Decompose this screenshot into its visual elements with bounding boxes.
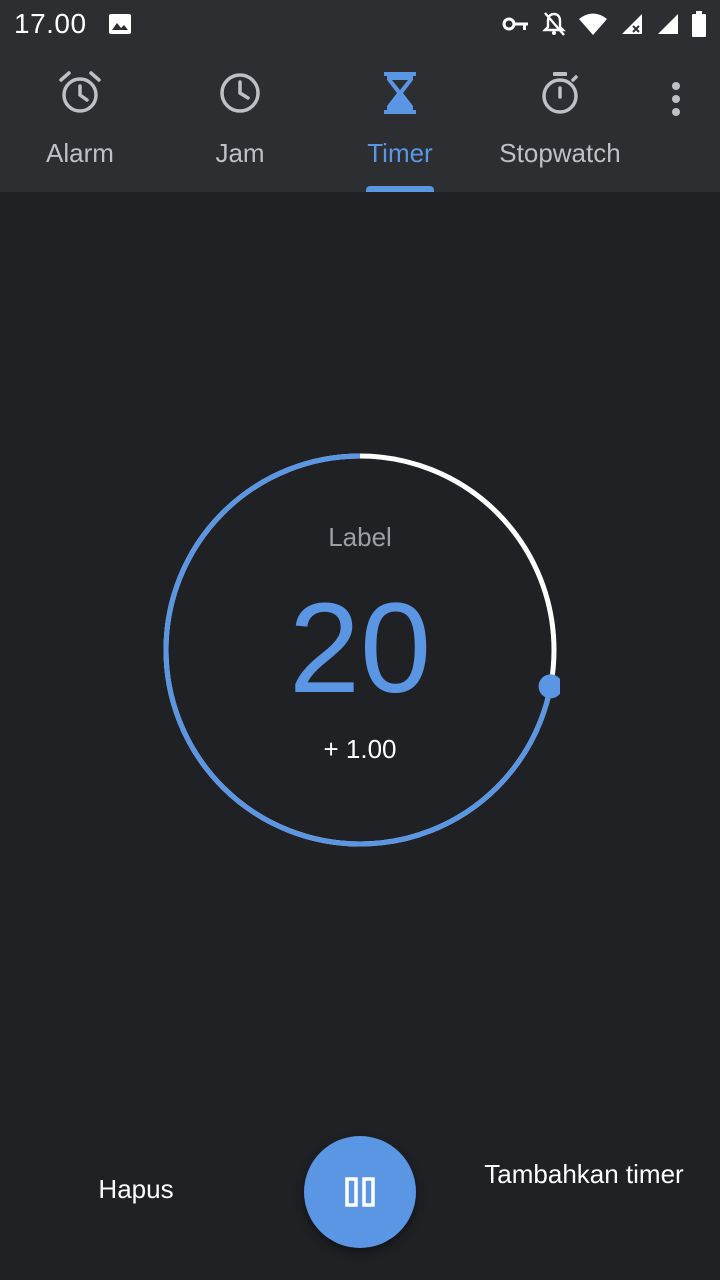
timer-actions: Hapus Tambahkan timer	[0, 1130, 720, 1280]
notifications-off-icon	[542, 11, 566, 42]
tab-label: Timer	[367, 138, 433, 168]
add-one-minute-button[interactable]: + 1.00	[0, 734, 720, 765]
status-icons	[502, 8, 706, 44]
signal-icon	[656, 12, 680, 41]
tab-timer[interactable]: Timer	[320, 52, 480, 192]
timer-card: Label 20 + 1.00	[0, 192, 720, 1132]
delete-button[interactable]: Hapus	[60, 1174, 212, 1214]
stopwatch-icon	[537, 70, 583, 121]
tab-bar: Alarm Jam Timer Stopwatch	[0, 52, 720, 192]
status-time: 17.00	[14, 8, 87, 39]
tab-alarm[interactable]: Alarm	[0, 52, 160, 192]
hourglass-icon	[380, 70, 420, 121]
tab-label: Alarm	[46, 138, 114, 168]
timer-label[interactable]: Label	[0, 522, 720, 553]
battery-icon	[692, 10, 706, 42]
pause-icon	[344, 1176, 376, 1213]
alarm-icon	[57, 70, 103, 121]
tab-label: Stopwatch	[499, 138, 621, 168]
clock-icon	[217, 70, 263, 121]
status-bar: 17.00	[0, 0, 720, 52]
tab-jam[interactable]: Jam	[160, 52, 320, 192]
image-icon	[108, 12, 132, 41]
tab-stopwatch[interactable]: Stopwatch	[480, 52, 640, 192]
more-options-icon[interactable]	[660, 82, 692, 126]
add-timer-button[interactable]: Tambahkan timer	[480, 1156, 688, 1192]
tab-label: Jam	[215, 138, 265, 168]
signal-x-icon	[620, 12, 644, 41]
pause-button[interactable]	[304, 1136, 416, 1248]
wifi-icon	[578, 12, 608, 41]
vpn-key-icon	[502, 14, 530, 39]
timer-time-remaining: 20	[288, 577, 432, 720]
